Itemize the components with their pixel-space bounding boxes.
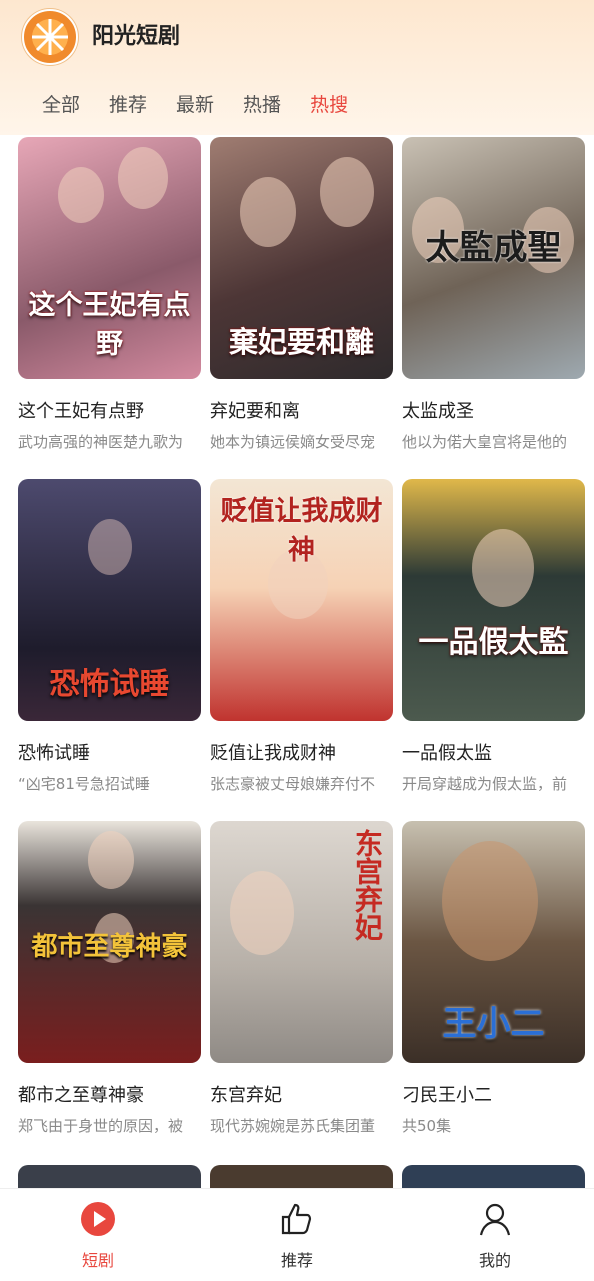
orange-slice-icon xyxy=(22,9,78,65)
drama-poster[interactable]: 太監成聖 xyxy=(402,137,585,379)
tab-hot-search[interactable]: 热搜 xyxy=(310,90,348,120)
nav-label: 我的 xyxy=(478,1251,511,1270)
drama-card[interactable]: 恐怖试睡 恐怖试睡 “凶宅81号急招试睡 xyxy=(18,479,201,794)
drama-poster[interactable]: 棄妃要和離 xyxy=(210,137,393,379)
drama-description: 现代苏婉婉是苏氏集团董 xyxy=(210,1117,376,1135)
thumbs-up-icon xyxy=(281,1203,312,1235)
drama-poster[interactable]: 恐怖试睡 xyxy=(18,479,201,721)
tab-all[interactable]: 全部 xyxy=(42,90,80,120)
drama-title: 一品假太监 xyxy=(402,743,492,764)
nav-recommend[interactable]: 推荐 xyxy=(247,1201,347,1271)
poster-title: 一品假太監 xyxy=(418,625,569,660)
tab-latest[interactable]: 最新 xyxy=(176,90,214,120)
drama-poster[interactable]: 一品假太監 xyxy=(402,479,585,721)
drama-description: 郑飞由于身世的原因，被 xyxy=(18,1117,184,1135)
user-icon xyxy=(479,1203,511,1236)
bottom-navigation: 短剧 推荐 我的 xyxy=(0,1188,594,1281)
poster-title: 贬值让我成财神 xyxy=(220,496,383,566)
nav-label: 短剧 xyxy=(81,1251,114,1270)
app-title: 阳光短剧 xyxy=(92,24,181,49)
drama-card[interactable]: 一品假太監 一品假太监 开局穿越成为假太监，前 xyxy=(402,479,585,794)
drama-card[interactable]: 太監成聖 太监成圣 他以为偌大皇宫将是他的 xyxy=(402,137,585,452)
drama-title: 恐怖试睡 xyxy=(18,743,90,764)
tab-recommended[interactable]: 推荐 xyxy=(109,90,147,120)
drama-poster[interactable]: 贬值让我成财神 xyxy=(210,479,393,721)
category-tabs: 全部 推荐 最新 热播 热搜 xyxy=(42,90,348,120)
nav-short-drama[interactable]: 短剧 xyxy=(48,1201,148,1271)
drama-card[interactable]: 贬值让我成财神 贬值让我成财神 张志豪被丈母娘嫌弃付不 xyxy=(210,479,393,794)
poster-title: 都市至尊神豪 xyxy=(31,932,188,962)
drama-poster[interactable]: 东宫弃妃 xyxy=(210,821,393,1063)
drama-description: 开局穿越成为假太监，前 xyxy=(402,775,568,793)
drama-description: 武功高强的神医楚九歌为 xyxy=(18,433,184,451)
drama-poster[interactable]: 王小二 xyxy=(402,821,585,1063)
poster-title: 这个王妃有点野 xyxy=(28,290,191,360)
app-header: 阳光短剧 全部 推荐 最新 热播 热搜 xyxy=(0,0,594,135)
poster-title: 王小二 xyxy=(442,1004,545,1044)
drama-description: 他以为偌大皇宫将是他的 xyxy=(402,433,568,451)
drama-card[interactable]: 东宫弃妃 东宫弃妃 现代苏婉婉是苏氏集团董 xyxy=(210,821,393,1136)
tab-popular[interactable]: 热播 xyxy=(243,90,281,120)
drama-title: 弃妃要和离 xyxy=(210,401,300,422)
drama-card[interactable]: 王小二 刁民王小二 共50集 xyxy=(402,821,585,1136)
drama-poster[interactable]: 这个王妃有点野 xyxy=(18,137,201,379)
drama-title: 这个王妃有点野 xyxy=(18,401,144,422)
drama-title: 太监成圣 xyxy=(402,401,474,422)
drama-description: 共50集 xyxy=(402,1117,452,1135)
drama-title: 东宫弃妃 xyxy=(210,1085,282,1106)
nav-profile[interactable]: 我的 xyxy=(445,1201,545,1271)
drama-title: 贬值让我成财神 xyxy=(210,743,336,764)
drama-description: 张志豪被丈母娘嫌弃付不 xyxy=(210,775,376,793)
poster-title: 东宫弃妃 xyxy=(351,829,384,941)
drama-description: 她本为镇远侯嫡女受尽宠 xyxy=(210,433,376,451)
drama-card[interactable]: 这个王妃有点野 这个王妃有点野 武功高强的神医楚九歌为 xyxy=(18,137,201,452)
poster-title: 恐怖试睡 xyxy=(49,667,170,702)
drama-title: 都市之至尊神豪 xyxy=(18,1085,144,1106)
drama-poster[interactable]: 都市至尊神豪 xyxy=(18,821,201,1063)
drama-card[interactable]: 都市至尊神豪 都市之至尊神豪 郑飞由于身世的原因，被 xyxy=(18,821,201,1136)
drama-description: “凶宅81号急招试睡 xyxy=(18,775,150,793)
drama-card[interactable]: 棄妃要和離 弃妃要和离 她本为镇远侯嫡女受尽宠 xyxy=(210,137,393,452)
nav-label: 推荐 xyxy=(280,1251,313,1270)
play-circle-icon xyxy=(81,1202,115,1236)
drama-title: 刁民王小二 xyxy=(402,1085,492,1106)
poster-title: 棄妃要和離 xyxy=(228,325,374,359)
poster-title: 太監成聖 xyxy=(425,228,562,268)
